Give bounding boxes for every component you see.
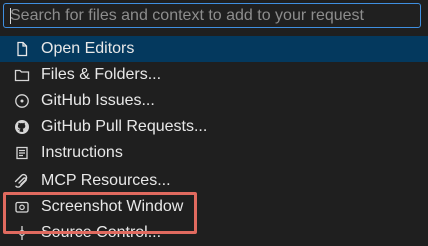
text-caret <box>10 8 11 24</box>
list-item-label: MCP Resources... <box>41 172 171 189</box>
instructions-icon <box>13 144 31 162</box>
list-item-mcp-resources[interactable]: MCP Resources... <box>0 168 428 194</box>
list-item-source-control[interactable]: Source Control... <box>0 220 428 246</box>
list-item-label: Open Editors <box>41 40 135 57</box>
search-bar <box>0 0 428 32</box>
list-item-label: GitHub Issues... <box>41 92 155 109</box>
list-item-label: Instructions <box>41 144 123 161</box>
mcp-icon <box>13 172 31 190</box>
list-item-instructions[interactable]: Instructions <box>0 140 428 166</box>
list-item-label: Screenshot Window <box>41 198 184 215</box>
source-control-icon <box>13 224 31 242</box>
list-item-github-pull-requests[interactable]: GitHub Pull Requests... <box>0 114 428 140</box>
list-item-screenshot-window[interactable]: Screenshot Window <box>0 194 428 220</box>
github-icon <box>13 118 31 136</box>
list-item-label: GitHub Pull Requests... <box>41 118 208 135</box>
screenshot-icon <box>13 198 31 216</box>
list-item-label: Source Control... <box>41 224 162 241</box>
context-picker-list: Open Editors Files & Folders... GitHub I… <box>0 32 428 245</box>
file-icon <box>13 40 31 58</box>
folder-icon <box>13 66 31 84</box>
search-input[interactable] <box>3 3 421 28</box>
list-item-github-issues[interactable]: GitHub Issues... <box>0 88 428 114</box>
list-item-files-folders[interactable]: Files & Folders... <box>0 62 428 88</box>
issue-icon <box>13 92 31 110</box>
list-item-open-editors[interactable]: Open Editors <box>0 36 428 62</box>
list-item-label: Files & Folders... <box>41 66 162 83</box>
